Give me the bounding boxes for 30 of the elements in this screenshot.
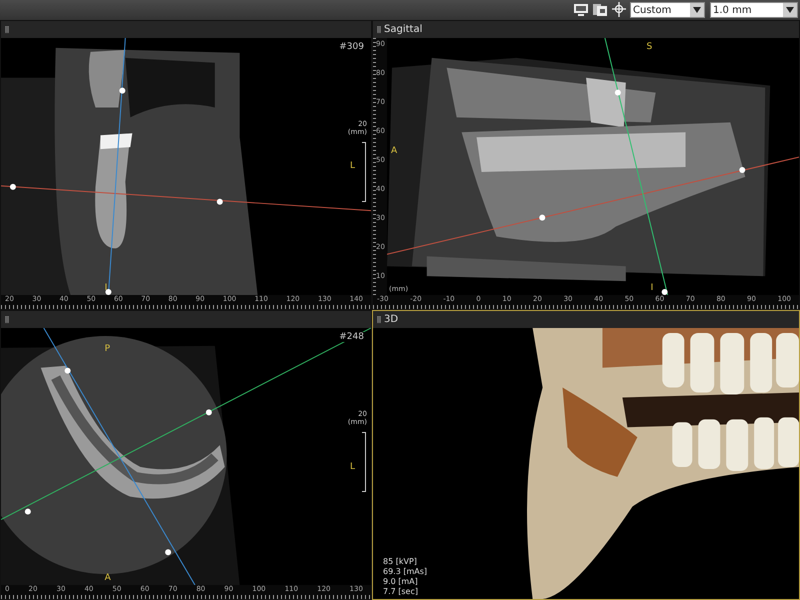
panel-title: Sagittal xyxy=(384,24,422,35)
grip-icon[interactable] xyxy=(5,316,9,323)
caret-icon xyxy=(783,3,797,17)
exposure-text: 85 [kVP] xyxy=(383,557,418,567)
exposure-text: 69.3 [mAs] xyxy=(383,567,428,577)
grip-icon[interactable] xyxy=(377,26,381,33)
caret-icon xyxy=(690,3,704,17)
scale-bar xyxy=(362,432,366,492)
orientation-marker: L xyxy=(350,161,355,172)
grip-icon[interactable] xyxy=(377,316,381,323)
orientation-marker: L xyxy=(350,462,355,472)
orientation-marker: I xyxy=(104,283,108,293)
slice-number: #248 xyxy=(338,332,365,342)
panel-title: 3D xyxy=(384,314,398,325)
orientation-marker: A xyxy=(104,573,111,583)
monitor-icon[interactable] xyxy=(573,3,589,17)
orientation-marker: S xyxy=(646,42,652,52)
orientation-marker: P xyxy=(104,344,110,354)
thickness-dropdown[interactable]: 1.0 mm xyxy=(710,2,798,18)
orientation-marker: I xyxy=(650,283,654,293)
orientation-marker: A xyxy=(391,146,398,156)
scale-bar xyxy=(362,142,366,202)
grip-icon[interactable] xyxy=(5,26,9,33)
exposure-text: 7.7 [sec] xyxy=(383,587,419,597)
preset-dropdown[interactable]: Custom xyxy=(630,2,705,18)
crosshair-icon[interactable] xyxy=(611,2,627,18)
slice-number: #309 xyxy=(338,42,365,52)
viewer-panel[interactable]: 3D 85 [kVP] 69.3 [mAs] 9.0 [mA] 7.7 [sec] xyxy=(372,310,800,600)
documents-icon[interactable] xyxy=(592,3,608,17)
exposure-text: 9.0 [mA] xyxy=(383,577,419,587)
